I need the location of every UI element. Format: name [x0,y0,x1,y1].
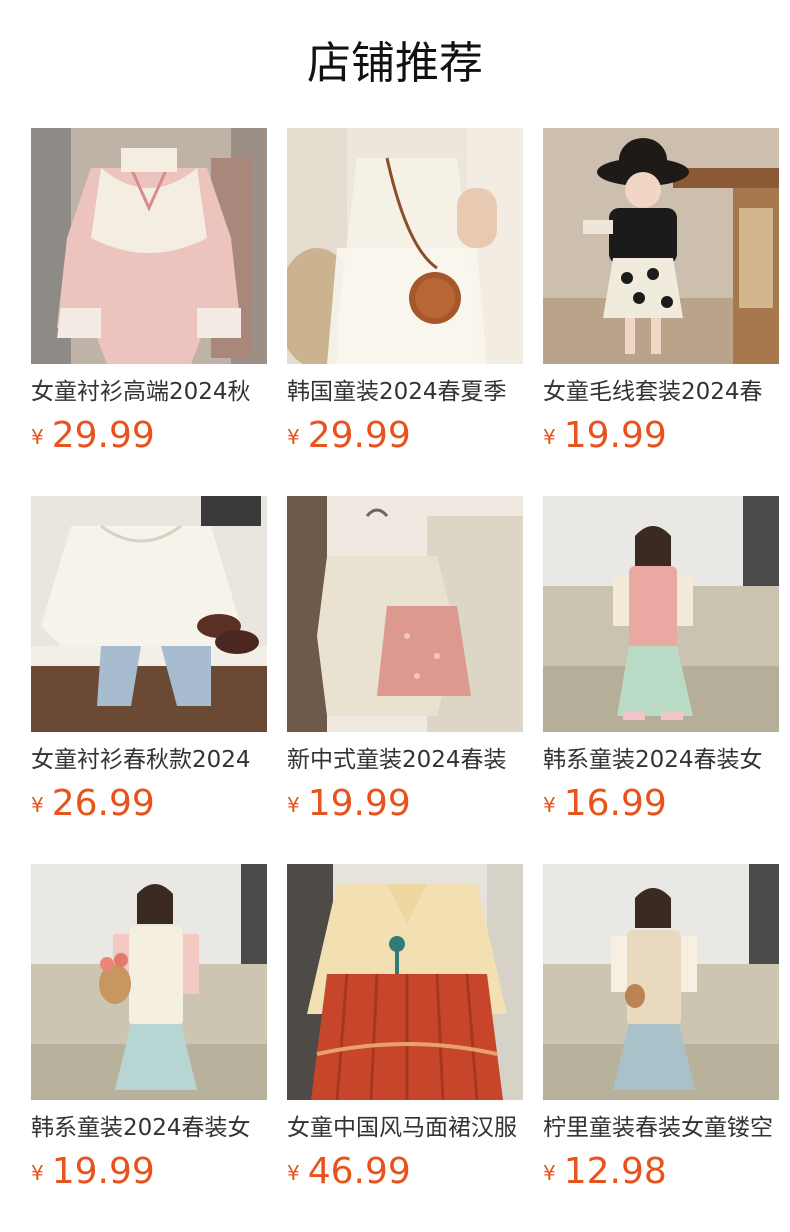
product-image-pink-blouse[interactable] [31,128,267,364]
price-value: 12.98 [563,1151,667,1192]
price-value: 16.99 [563,783,667,824]
product-name[interactable]: 韩国童装2024春夏季 [287,376,523,408]
currency-symbol: ¥ [31,1161,44,1185]
price-value: 29.99 [51,415,155,456]
product-image-girl-knit-vest-sofa[interactable] [543,864,779,1100]
product-price: ¥46.99 [287,1148,411,1196]
product-image-white-blouse-jeans[interactable] [31,496,267,732]
currency-symbol: ¥ [31,793,44,817]
currency-symbol: ¥ [287,793,300,817]
product-image-girl-pink-vest-sofa[interactable] [543,496,779,732]
product-card[interactable]: 韩国童装2024春夏季 ¥29.99 [287,128,523,468]
product-price: ¥26.99 [31,780,155,828]
product-name[interactable]: 女童毛线套装2024春 [543,376,779,408]
product-image-sequin-set[interactable] [287,496,523,732]
product-price: ¥16.99 [543,780,667,828]
price-value: 19.99 [307,783,411,824]
product-card[interactable]: 柠里童装春装女童镂空 ¥12.98 [543,864,779,1204]
product-name[interactable]: 新中式童装2024春装 [287,744,523,776]
product-name[interactable]: 韩系童装2024春装女 [543,744,779,776]
product-card[interactable]: 女童衬衫高端2024秋 ¥29.99 [31,128,267,468]
price-value: 29.99 [307,415,411,456]
currency-symbol: ¥ [287,425,300,449]
product-card[interactable]: 女童中国风马面裙汉服 ¥46.99 [287,864,523,1204]
product-name[interactable]: 女童衬衫春秋款2024 [31,744,267,776]
product-image-girl-hat-flower-skirt[interactable] [543,128,779,364]
product-card[interactable]: 女童毛线套装2024春 ¥19.99 [543,128,779,468]
product-card[interactable]: 韩系童装2024春装女 ¥19.99 [31,864,267,1204]
section-title: 店铺推荐 [307,38,483,89]
product-name[interactable]: 女童中国风马面裙汉服 [287,1112,523,1144]
currency-symbol: ¥ [31,425,44,449]
product-name[interactable]: 柠里童装春装女童镂空 [543,1112,779,1144]
currency-symbol: ¥ [543,793,556,817]
currency-symbol: ¥ [287,1161,300,1185]
currency-symbol: ¥ [543,1161,556,1185]
product-price: ¥19.99 [543,412,667,460]
product-name[interactable]: 韩系童装2024春装女 [31,1112,267,1144]
product-price: ¥12.98 [543,1148,667,1196]
currency-symbol: ¥ [543,425,556,449]
product-card[interactable]: 韩系童装2024春装女 ¥16.99 [543,496,779,836]
product-name[interactable]: 女童衬衫高端2024秋 [31,376,267,408]
product-card[interactable]: 新中式童装2024春装 ¥19.99 [287,496,523,836]
product-price: ¥19.99 [287,780,411,828]
product-price: ¥29.99 [31,412,155,460]
product-image-girl-lace-vest-sofa[interactable] [31,864,267,1100]
price-value: 19.99 [51,1151,155,1192]
product-image-mamian-skirt[interactable] [287,864,523,1100]
product-image-fringe-vest-bag[interactable] [287,128,523,364]
product-card[interactable]: 女童衬衫春秋款2024 ¥26.99 [31,496,267,836]
price-value: 19.99 [563,415,667,456]
price-value: 46.99 [307,1151,411,1192]
product-price: ¥29.99 [287,412,411,460]
price-value: 26.99 [51,783,155,824]
product-price: ¥19.99 [31,1148,155,1196]
